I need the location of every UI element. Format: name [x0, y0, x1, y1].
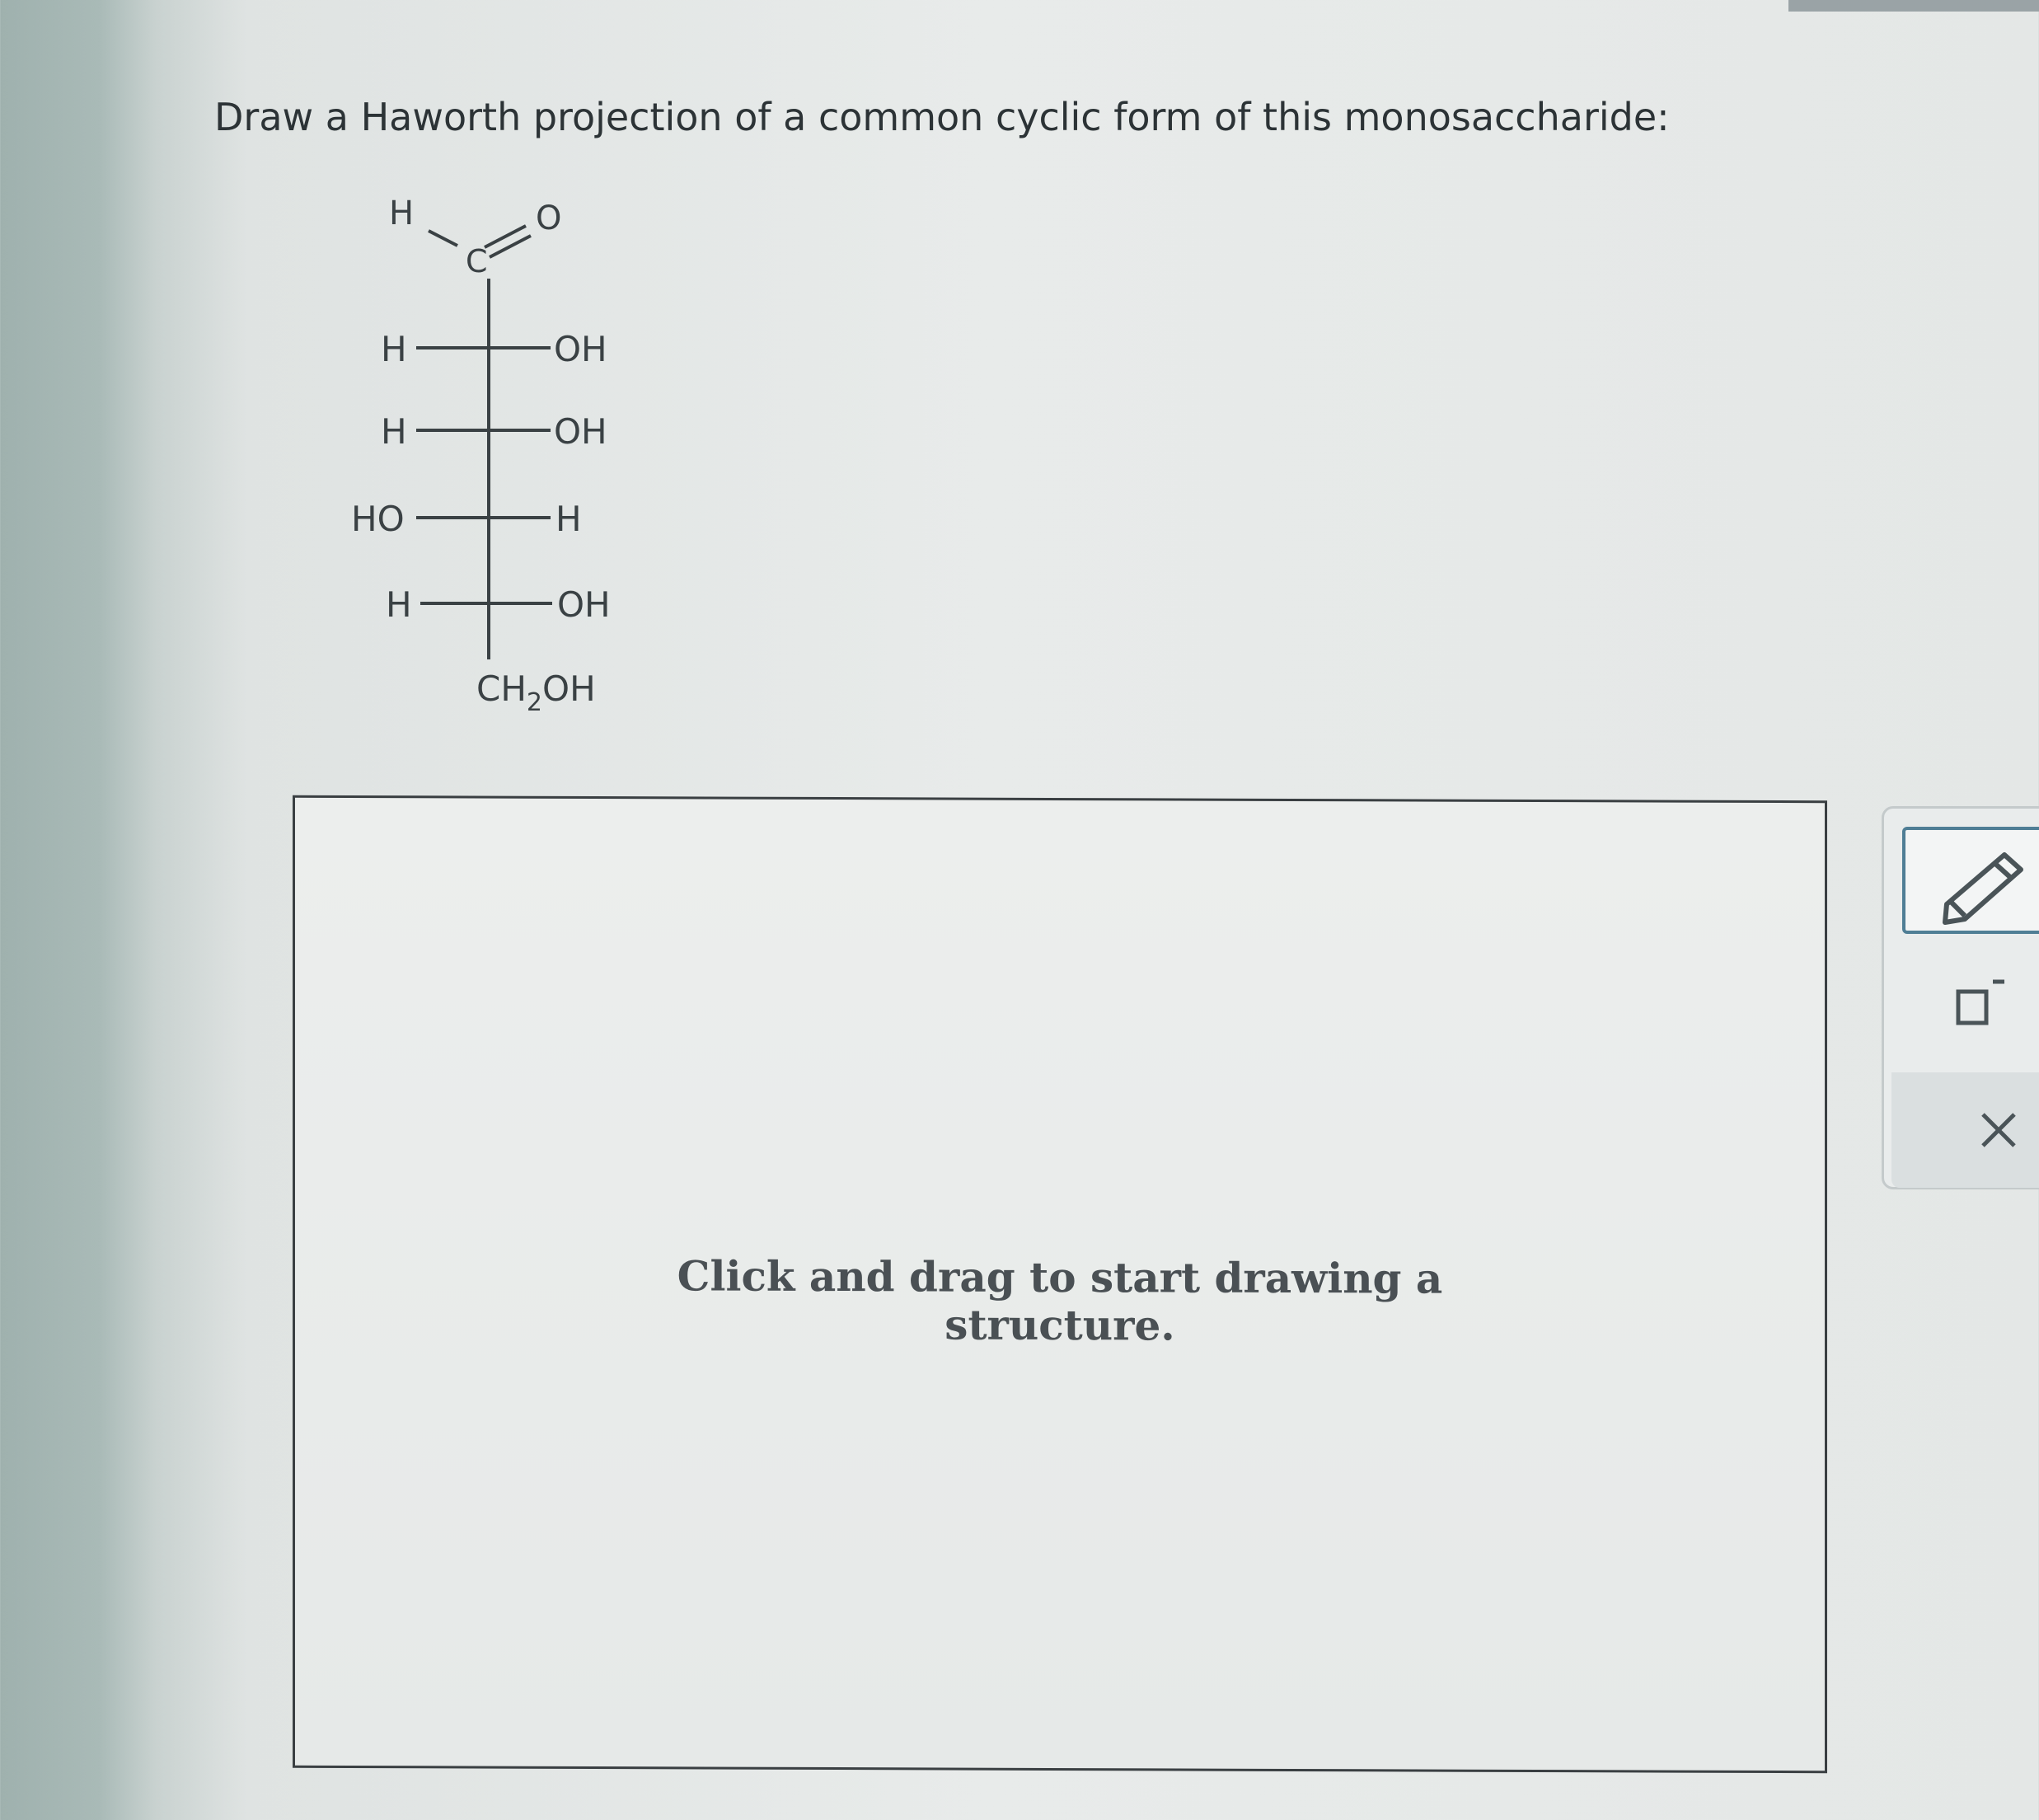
- row4-right-label: OH: [557, 584, 611, 625]
- canvas-hint: Click and drag to start drawing a struct…: [295, 1251, 1825, 1352]
- row1-left-label: H: [381, 329, 407, 369]
- question-text: Draw a Haworth projection of a common cy…: [214, 95, 1670, 139]
- canvas-hint-line1: Click and drag to start drawing a: [677, 1251, 1443, 1303]
- bottom-ch2oh-label: CH2OH: [476, 668, 596, 717]
- carbonyl-c-label: C: [466, 243, 488, 279]
- aldehyde-h-label: H: [389, 195, 414, 232]
- fischer-projection: H C O H OH H OH HO H H OH CH2OH: [351, 195, 611, 717]
- pencil-tool-button[interactable]: [1902, 827, 2039, 934]
- h-c-bond: [428, 229, 458, 247]
- row4-left-label: H: [386, 584, 412, 625]
- bottom-oh-label: OH: [542, 668, 596, 709]
- row3-right-label: H: [555, 499, 582, 539]
- row1-right-label: OH: [554, 329, 607, 369]
- c-o-double-bond-1: [484, 224, 527, 249]
- top-edge-strip: [1788, 0, 2039, 12]
- canvas-hint-line2: structure.: [945, 1300, 1175, 1350]
- charge-tool-button[interactable]: [1950, 973, 2016, 1039]
- pencil-icon: [1943, 852, 2023, 925]
- close-icon: [1981, 1113, 2016, 1147]
- row3-left-label: HO: [351, 499, 405, 539]
- charge-box-icon: [1956, 979, 2004, 1025]
- bottom-subscript-label: 2: [527, 688, 542, 717]
- drawing-canvas[interactable]: Click and drag to start drawing a struct…: [293, 795, 1827, 1774]
- row2-right-label: OH: [554, 411, 607, 452]
- c-o-double-bond-2: [489, 234, 532, 259]
- clear-tool-button[interactable]: [1891, 1072, 2039, 1188]
- row2-left-label: H: [381, 411, 407, 452]
- drawing-toolbar: [1882, 806, 2039, 1189]
- carbonyl-o-label: O: [536, 199, 561, 237]
- bottom-ch-label: CH: [476, 668, 527, 709]
